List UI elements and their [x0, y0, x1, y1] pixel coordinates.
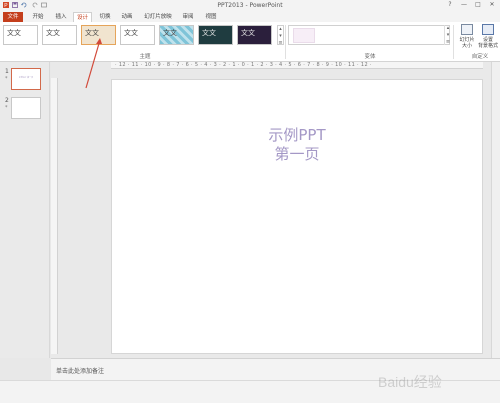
thumbnail-number: 2 — [5, 97, 9, 104]
slide-title-line1[interactable]: 示例PPT — [112, 124, 482, 145]
thumbnail-marker: * — [5, 105, 8, 111]
tab-review[interactable]: 审阅 — [178, 12, 198, 22]
title-bar: P PPT2013 - PowerPoint ? — □ ✕ — [0, 0, 500, 11]
slide-thumbnail-1[interactable]: 示例PPT 第一页 — [11, 68, 41, 90]
tab-design[interactable]: 设计 — [73, 12, 92, 22]
annotation-arrow — [85, 38, 102, 89]
tab-insert[interactable]: 插入 — [51, 12, 71, 22]
format-background-button[interactable]: 设置 背景格式 — [477, 24, 499, 49]
theme-thumbnail-7[interactable]: 文文 — [237, 25, 272, 45]
ribbon-tabs: 文件 开始 插入 设计 切换 动画 幻灯片放映 审阅 视图 — [0, 11, 500, 22]
maximize-button[interactable]: □ — [474, 1, 482, 9]
theme-thumbnail-6[interactable]: 文文 — [198, 25, 233, 45]
theme-thumbnail-2[interactable]: 文文 — [42, 25, 77, 45]
minimize-button[interactable]: — — [460, 1, 468, 9]
group-separator — [453, 25, 454, 59]
thumbnail-number: 1 — [5, 68, 9, 75]
horizontal-ruler: · 12 · 11 · 10 · 9 · 8 · 7 · 6 · 5 · 4 ·… — [111, 62, 483, 69]
slide-thumbnail-2[interactable] — [11, 97, 41, 119]
thumbnail-text: 示例PPT 第一页 — [18, 77, 34, 79]
tab-view[interactable]: 视图 — [201, 12, 221, 22]
slide-size-label: 幻灯片 大小 — [459, 37, 475, 49]
tab-animations[interactable]: 动画 — [117, 12, 137, 22]
notes-placeholder: 单击此处添加备注 — [56, 368, 105, 375]
vertical-scrollbar[interactable] — [491, 62, 500, 358]
help-button[interactable]: ? — [446, 1, 454, 9]
close-button[interactable]: ✕ — [488, 1, 496, 9]
thumbnail-marker: * — [5, 76, 8, 82]
vertical-ruler — [51, 78, 58, 354]
tab-file[interactable]: 文件 — [3, 12, 23, 22]
window-controls: ? — □ ✕ — [446, 1, 496, 9]
format-background-icon — [482, 24, 494, 35]
group-separator — [285, 25, 286, 59]
group-label-variants: 变体 — [364, 54, 376, 60]
slide-canvas[interactable]: 示例PPT 第一页 — [111, 79, 483, 354]
theme-thumbnail-office[interactable]: 文文 — [3, 25, 38, 45]
slide-size-button[interactable]: 幻灯片 大小 — [456, 24, 478, 49]
tab-slideshow[interactable]: 幻灯片放映 — [140, 12, 176, 22]
slide-thumbnail-pane: 1 * 示例PPT 第一页 2 * — [0, 62, 50, 358]
format-background-label: 设置 背景格式 — [477, 37, 498, 49]
tab-transitions[interactable]: 切换 — [95, 12, 115, 22]
ribbon-design: 文文 文文 文文 文文 文文 文文 文文 ▴ ▾ ≡ ▴ ▾ ≡ 主题 变体 自定义 幻… — [0, 22, 500, 62]
variants-more-button[interactable]: ▴ ▾ ≡ — [444, 25, 451, 45]
variant-swatch[interactable] — [293, 28, 315, 43]
variants-gallery[interactable] — [288, 25, 450, 45]
slide-size-icon — [461, 24, 473, 35]
watermark-logo: Baidu经验 — [378, 374, 442, 390]
group-label-themes: 主题 — [139, 54, 151, 60]
tab-home[interactable]: 开始 — [28, 12, 48, 22]
theme-thumbnail-5[interactable]: 文文 — [159, 25, 194, 45]
themes-more-button[interactable]: ▴ ▾ ≡ — [277, 25, 284, 46]
group-label-customize: 自定义 — [471, 54, 489, 60]
slide-title-line2[interactable]: 第一页 — [112, 143, 482, 164]
svg-text:Baidu经验: Baidu经验 — [378, 374, 442, 390]
window-title: PPT2013 - PowerPoint — [217, 2, 283, 9]
ruler-labels: · 12 · 11 · 10 · 9 · 8 · 7 · 6 · 5 · 4 ·… — [115, 62, 372, 68]
theme-thumbnail-4[interactable]: 文文 — [120, 25, 155, 45]
